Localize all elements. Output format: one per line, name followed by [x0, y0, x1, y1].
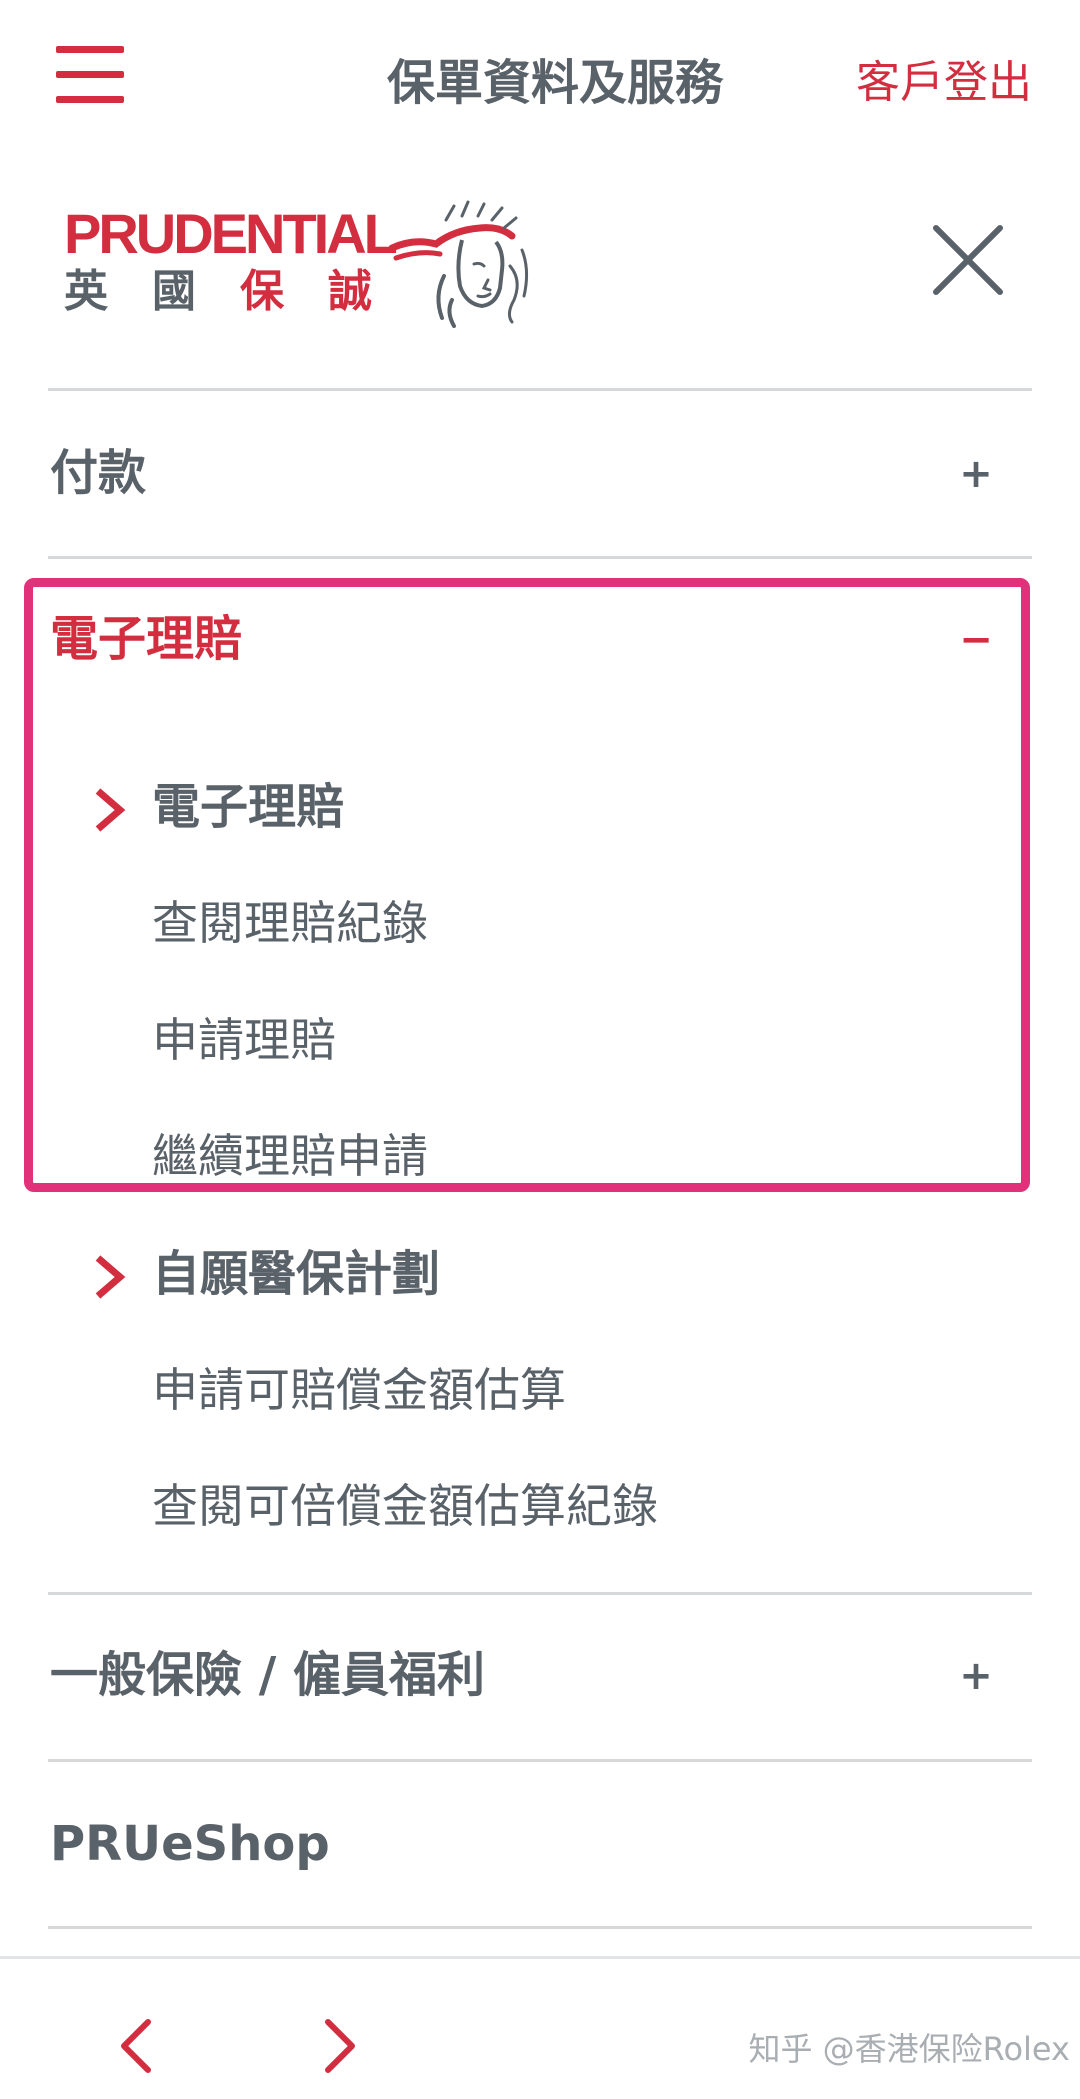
divider [48, 1926, 1032, 1929]
divider [48, 1592, 1032, 1595]
submenu-heading-vhis[interactable]: 自願醫保計劃 [152, 1239, 440, 1309]
expand-icon[interactable]: + [954, 444, 998, 504]
logo-char: 國 [152, 266, 196, 317]
divider [48, 556, 1032, 559]
logo-char: 英 [64, 266, 108, 317]
collapse-icon[interactable]: − [954, 610, 998, 670]
menu-section-eclaims[interactable]: 電子理賠 [50, 604, 242, 674]
expand-icon[interactable]: + [954, 1646, 998, 1706]
submenu-link[interactable]: 查閱理賠紀錄 [152, 888, 428, 958]
divider [48, 1759, 1032, 1762]
divider [48, 388, 1032, 391]
hamburger-menu-icon[interactable] [56, 46, 124, 104]
submenu-link[interactable]: 查閱可倍償金額估算紀錄 [152, 1471, 658, 1541]
watermark-text: 知乎 @香港保险Rolex [748, 2030, 1070, 2068]
chevron-right-icon [95, 1255, 126, 1299]
menu-section-prueshop[interactable]: PRUeShop [50, 1809, 330, 1879]
forward-arrow-icon[interactable] [308, 2016, 368, 2076]
submenu-link[interactable]: 繼續理賠申請 [152, 1121, 428, 1191]
back-arrow-icon[interactable] [108, 2016, 168, 2076]
page-title: 保單資料及服務 [386, 55, 723, 111]
logout-link[interactable]: 客戶登出 [842, 48, 1032, 118]
submenu-heading-eclaims[interactable]: 電子理賠 [152, 772, 344, 842]
submenu-link[interactable]: 申請可賠償金額估算 [152, 1355, 566, 1425]
chevron-right-icon [95, 788, 126, 832]
submenu-link[interactable]: 申請理賠 [152, 1005, 336, 1075]
logo-wordmark: PRUDENTIAL [64, 202, 398, 265]
britannia-logo-icon [388, 200, 529, 328]
logo-cjk-text: 英國保誠 [64, 264, 416, 320]
close-icon[interactable] [930, 222, 1006, 298]
prudential-logo: PRUDENTIAL 英國保誠 [64, 200, 534, 330]
menu-section-general-insurance[interactable]: 一般保險 / 僱員福利 [50, 1640, 485, 1710]
menu-section-payment[interactable]: 付款 [50, 438, 146, 508]
logo-char: 保 [240, 266, 284, 317]
